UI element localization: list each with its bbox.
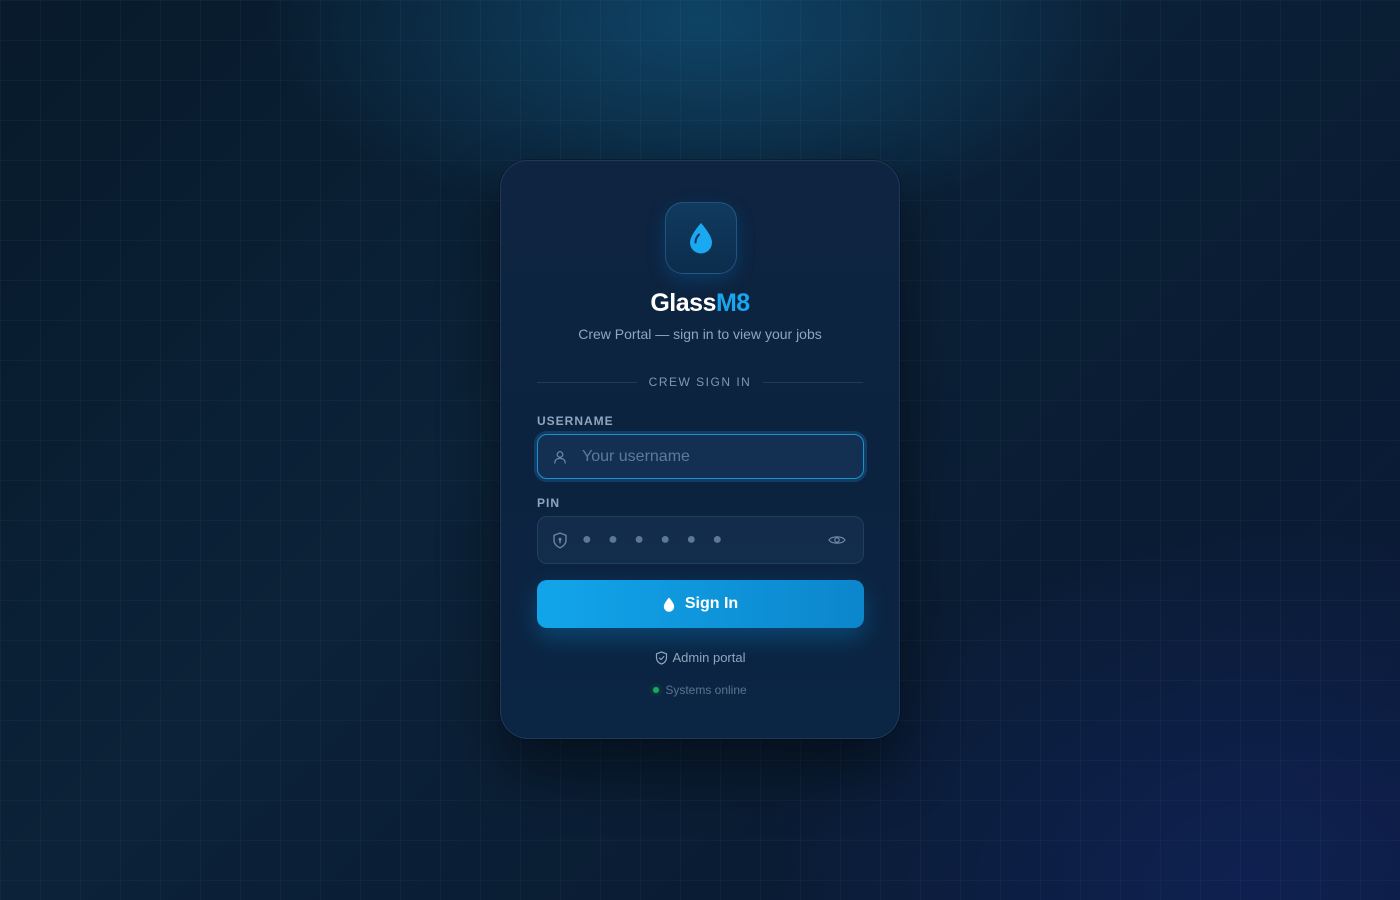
- sign-in-button[interactable]: Sign In: [537, 580, 864, 628]
- admin-portal-label: Admin portal: [672, 650, 746, 665]
- divider-line-right: [763, 381, 864, 383]
- water-drop-icon: [690, 223, 712, 254]
- admin-portal-link[interactable]: Admin portal: [501, 650, 899, 665]
- water-drop-icon: [663, 597, 675, 612]
- pin-field[interactable]: ● ● ● ● ● ●: [537, 516, 864, 564]
- section-title: CREW SIGN IN: [648, 375, 752, 389]
- brand-subtitle: Crew Portal — sign in to view your jobs: [578, 326, 822, 342]
- brand-name-accent: M8: [715, 289, 750, 317]
- shield-icon: [552, 531, 568, 548]
- shield-check-icon: [655, 650, 668, 665]
- status-text: Systems online: [665, 683, 747, 697]
- pin-input[interactable]: ● ● ● ● ● ●: [582, 531, 827, 549]
- brand-name-primary: Glass: [650, 289, 716, 317]
- brand-title: GlassM8: [501, 289, 899, 318]
- username-label: USERNAME: [537, 414, 614, 428]
- app-logo: [665, 202, 737, 274]
- pin-label: PIN: [537, 496, 561, 510]
- status-dot: [653, 687, 660, 693]
- system-status: Systems online: [501, 683, 899, 697]
- login-card: GlassM8 Crew Portal — sign in to view yo…: [500, 160, 900, 739]
- divider-line-left: [537, 381, 637, 383]
- section-divider: CREW SIGN IN: [537, 373, 864, 391]
- eye-icon[interactable]: [827, 530, 847, 550]
- user-icon: [552, 449, 568, 465]
- username-field[interactable]: [537, 434, 864, 479]
- sign-in-label: Sign In: [684, 595, 739, 612]
- username-input[interactable]: [582, 435, 863, 478]
